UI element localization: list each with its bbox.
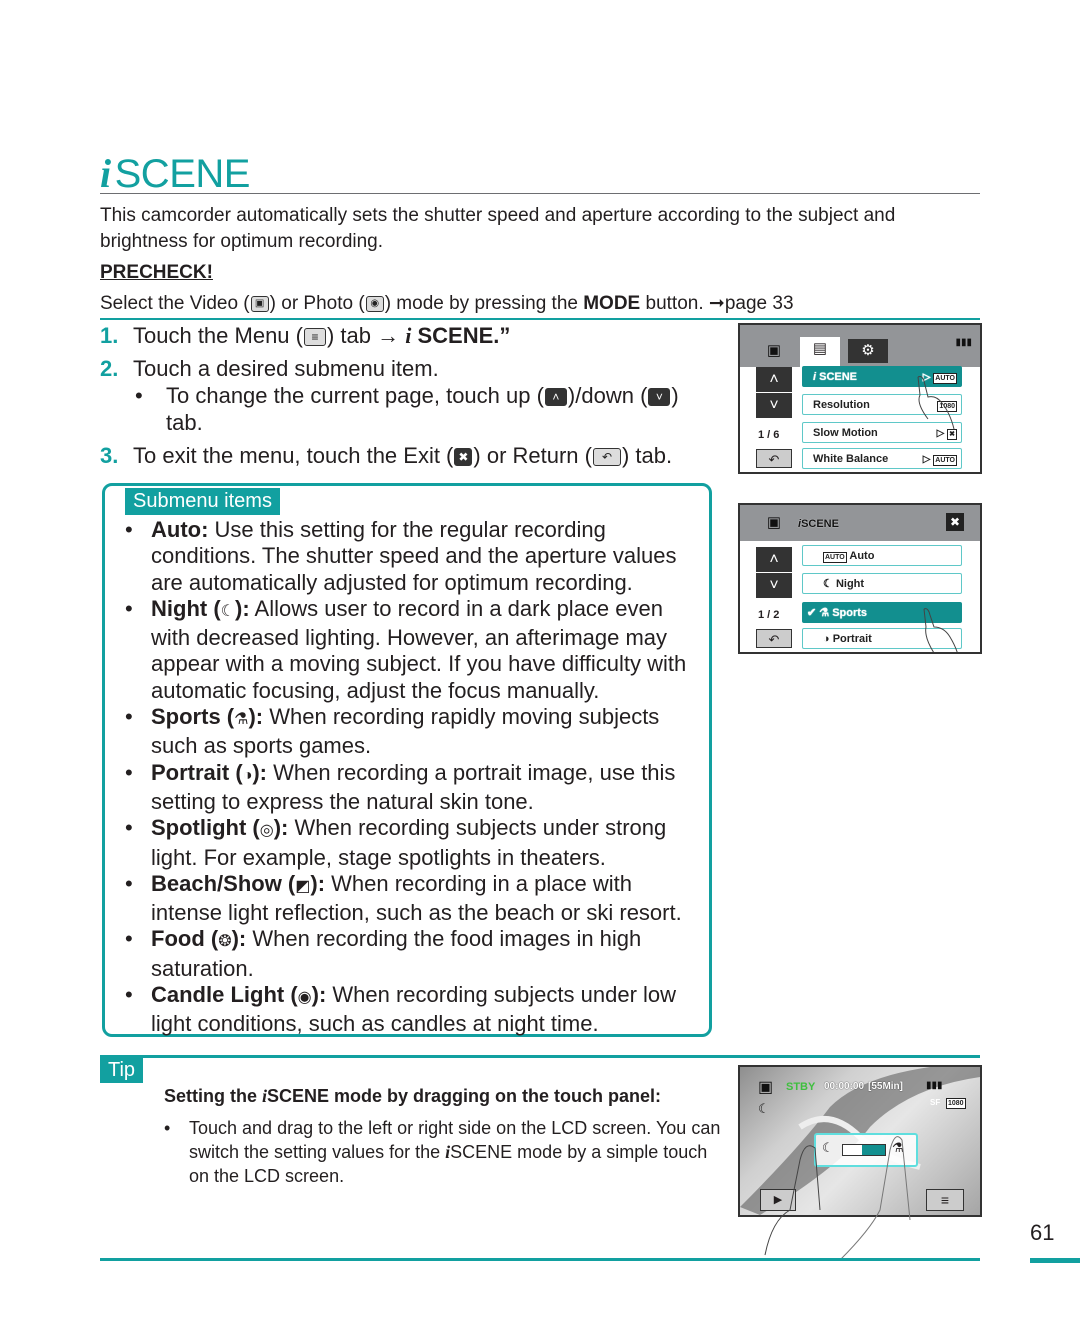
lcd2-page-indicator: 1 / 2 <box>758 609 780 621</box>
video-tab-icon[interactable]: ▣ <box>754 339 794 363</box>
intro-text: This camcorder automatically sets the sh… <box>100 205 896 252</box>
submenu-item-night: • Night (☾): Allows user to record in a d… <box>125 595 687 703</box>
lcd1-up-button[interactable]: ˄ <box>756 367 792 392</box>
submenu-item-sports: • Sports (⚗): When recording rapidly movi… <box>125 704 660 759</box>
submenu-item-auto: • Auto: Use this setting for the regular … <box>125 517 677 595</box>
status-indicator: STBY <box>786 1081 816 1093</box>
submenu-item-food: • Food (❂): When recording the food image… <box>125 926 642 981</box>
menu-icon: ≡ <box>303 328 326 347</box>
tip-text: • Touch and drag to the left or right sid… <box>164 1118 721 1186</box>
tip-divider <box>100 1055 980 1058</box>
footer-divider <box>100 1258 980 1261</box>
step-3: 3. To exit the menu, touch the Exit (✖) … <box>100 443 673 468</box>
touch-hand-icon <box>917 376 955 430</box>
page-number-bar <box>1030 1258 1080 1263</box>
lcd2-row-auto[interactable]: AUTO Auto <box>802 545 962 566</box>
submenu-item-spotlight: • Spotlight (◎): When recording subjects … <box>125 815 667 870</box>
battery-icon: ▮▮▮ <box>926 1080 943 1091</box>
dragging-fingers-illustration <box>764 1136 911 1260</box>
resolution-indicator: 1080 <box>946 1098 966 1109</box>
lcd-scene-screen: ▣ iSCENE ✖ ˄ ˅ 1 / 2 ↶ AUTO Auto ☾ Night… <box>738 503 982 654</box>
timecode: 00:00:00 <box>824 1081 865 1092</box>
beach-snow-icon: ◩ <box>295 877 311 895</box>
step-2: 2. Touch a desired submenu item. • To ch… <box>100 355 720 436</box>
night-icon: ☾ <box>220 602 235 620</box>
food-icon: ❂ <box>218 933 232 951</box>
video-mode-icon: ▣ <box>250 295 269 312</box>
battery-icon: ▮▮▮ <box>955 337 972 348</box>
settings-tab-icon[interactable]: ⚙ <box>848 339 888 363</box>
touch-hand-icon <box>923 608 958 652</box>
photo-mode-icon: ◉ <box>365 295 384 312</box>
lcd2-exit-button[interactable]: ✖ <box>946 513 964 531</box>
remaining-time: [55Min] <box>868 1081 903 1092</box>
lcd2-return-button[interactable]: ↶ <box>756 629 792 648</box>
precheck-text: Select the Video (▣) or Photo (◉) mode b… <box>100 293 794 314</box>
page-number: 61 <box>1030 1220 1055 1245</box>
menu-button[interactable]: ≡ <box>926 1189 964 1211</box>
menu-tab-icon[interactable]: ▤ <box>800 337 840 367</box>
video-mode-icon: ▣ <box>758 1079 774 1096</box>
precheck-divider <box>100 318 980 320</box>
page-reference[interactable]: ➞page 33 <box>709 293 794 314</box>
lcd2-row-night[interactable]: ☾ Night <box>802 573 962 594</box>
quality-indicator: SF <box>930 1098 941 1107</box>
lcd1-down-button[interactable]: ˅ <box>756 393 792 418</box>
exit-icon: ✖ <box>454 448 473 467</box>
lcd-menu-screen: ▣ ▤ ⚙ ▮▮▮ ˄ ˅ 1 / 6 ↶ i SCENE ▷ AUTO Reso… <box>738 323 982 474</box>
video-mode-icon: ▣ <box>766 514 782 531</box>
step-1: 1. Touch the Menu (≡) tab → i SCENE.” <box>100 323 511 348</box>
lcd2-up-button[interactable]: ˄ <box>756 547 792 572</box>
submenu-list: • Auto: Use this setting for the regular … <box>125 517 700 1038</box>
down-icon: ˅ <box>648 388 671 407</box>
lcd2-top-bar: ▣ iSCENE ✖ <box>740 505 980 541</box>
submenu-item-beach-snow: • Beach/Show (◩): When recording in a pla… <box>125 870 682 926</box>
title-divider <box>100 193 980 194</box>
tip-label: Tip <box>100 1058 144 1083</box>
portrait-icon: ◑ <box>242 766 253 784</box>
lcd-top-bar: ▣ ▤ ⚙ ▮▮▮ <box>740 325 980 367</box>
submenu-item-portrait: • Portrait (◑): When recording a portrait… <box>125 759 676 814</box>
submenu-label: Submenu items <box>125 488 280 515</box>
lcd2-title: iSCENE <box>798 518 839 530</box>
tip-title: Setting the iSCENE mode by dragging on t… <box>164 1086 662 1106</box>
return-icon: ↶ <box>592 448 621 467</box>
page-title: i SCENE <box>100 151 250 196</box>
submenu-item-candle-light: • Candle Light (◉): When recording subjec… <box>125 982 677 1037</box>
precheck-heading: PRECHECK! <box>100 262 213 283</box>
lcd1-return-button[interactable]: ↶ <box>756 449 792 468</box>
lcd1-row-white-balance[interactable]: White Balance ▷ AUTO <box>802 448 962 469</box>
night-scene-icon: ☾ <box>758 1101 770 1116</box>
sports-icon: ⚗ <box>234 711 249 729</box>
spotlight-icon: ◎ <box>259 822 274 840</box>
step-2-sub: • To change the current page, touch up (… <box>135 383 679 435</box>
up-icon: ˄ <box>544 388 567 407</box>
lcd1-page-indicator: 1 / 6 <box>758 429 780 441</box>
lcd2-down-button[interactable]: ˅ <box>756 573 792 598</box>
candle-light-icon: ◉ <box>297 989 312 1007</box>
steps-list: 1. Touch the Menu (≡) tab → i SCENE.” 2.… <box>100 322 720 475</box>
